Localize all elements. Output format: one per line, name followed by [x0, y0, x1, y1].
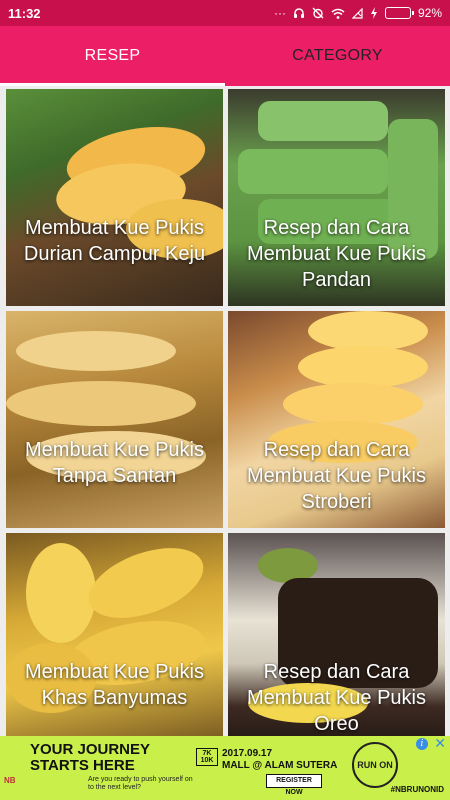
- recipe-title: Resep dan Cara Membuat Kue Pukis Pandan: [247, 217, 426, 291]
- battery-icon: [384, 7, 414, 19]
- recipe-image: [6, 311, 223, 528]
- recipe-card[interactable]: Membuat Kue Pukis Durian Campur Keju: [6, 89, 223, 306]
- headphones-icon: [293, 8, 304, 18]
- ad-banner[interactable]: NB YOUR JOURNEY STARTS HERE Are you read…: [0, 736, 450, 800]
- ad-subtext: Are you ready to push yourself on to the…: [88, 776, 193, 791]
- ad-date-venue: 2017.09.17 MALL @ ALAM SUTERA: [222, 748, 337, 772]
- ad-date: 2017.09.17: [222, 748, 273, 759]
- recipe-title: Membuat Kue Pukis Khas Banyumas: [25, 661, 204, 709]
- ad-runon-logo: RUN ON: [352, 742, 398, 788]
- tab-category[interactable]: CATEGORY: [225, 26, 450, 86]
- status-icons: ··· 92%: [274, 6, 442, 20]
- tab-resep[interactable]: RESEP: [0, 26, 225, 86]
- recipe-title: Membuat Kue Pukis Durian Campur Keju: [23, 217, 206, 265]
- recipe-title: Resep dan Cara Membuat Kue Pukis Oreo: [247, 661, 426, 735]
- no-signal-icon: [351, 7, 363, 19]
- recipe-card[interactable]: Membuat Kue Pukis Khas Banyumas: [6, 533, 223, 736]
- recipe-title: Membuat Kue Pukis Tanpa Santan: [25, 439, 204, 487]
- charging-icon: [370, 7, 377, 19]
- recipe-card[interactable]: Resep dan Cara Membuat Kue Pukis Strober…: [228, 311, 445, 528]
- ad-distance-badge: 7K 10K: [196, 748, 218, 766]
- ad-close-icon[interactable]: ✕: [434, 736, 446, 750]
- ad-hashtag: #NBRUNONID: [390, 785, 444, 794]
- alarm-off-icon: [312, 7, 324, 19]
- recipe-image: [6, 89, 223, 306]
- tab-bar: RESEP CATEGORY: [0, 26, 450, 86]
- ad-headline: YOUR JOURNEY STARTS HERE: [30, 741, 150, 774]
- status-bar: 11:32 ··· 92%: [0, 0, 450, 26]
- nb-logo: NB: [4, 776, 16, 785]
- recipe-card[interactable]: Resep dan Cara Membuat Kue Pukis Pandan: [228, 89, 445, 306]
- recipe-card[interactable]: Membuat Kue Pukis Tanpa Santan: [6, 311, 223, 528]
- wifi-icon: [331, 8, 345, 19]
- battery-percent: 92%: [417, 6, 442, 20]
- recipe-card[interactable]: Resep dan Cara Membuat Kue Pukis Oreo: [228, 533, 445, 736]
- recipe-title: Resep dan Cara Membuat Kue Pukis Strober…: [247, 439, 426, 513]
- status-time: 11:32: [8, 5, 41, 21]
- ad-venue: MALL @ ALAM SUTERA: [222, 760, 338, 771]
- ad-info-icon[interactable]: i: [416, 738, 428, 750]
- more-dots-icon: ···: [273, 6, 286, 20]
- ad-register-button[interactable]: REGISTER NOW: [266, 774, 322, 796]
- recipe-grid: Membuat Kue Pukis Durian Campur Keju Res…: [0, 86, 450, 736]
